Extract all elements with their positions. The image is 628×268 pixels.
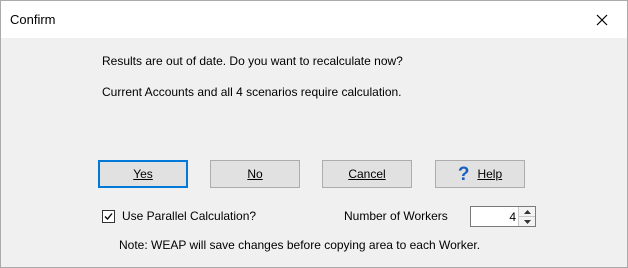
window-title: Confirm bbox=[10, 12, 56, 27]
no-button-label: No bbox=[247, 167, 263, 181]
title-bar: Confirm bbox=[1, 1, 627, 38]
yes-button[interactable]: Yes bbox=[98, 160, 188, 188]
no-button[interactable]: No bbox=[210, 160, 300, 188]
number-of-workers-label: Number of Workers bbox=[344, 209, 448, 223]
note-text: Note: WEAP will save changes before copy… bbox=[119, 238, 481, 252]
parallel-calculation-checkbox[interactable] bbox=[102, 210, 115, 223]
close-button[interactable] bbox=[581, 5, 623, 35]
message-line-2: Current Accounts and all 4 scenarios req… bbox=[102, 85, 402, 99]
cancel-button[interactable]: Cancel bbox=[322, 160, 412, 188]
cancel-button-label: Cancel bbox=[348, 167, 386, 181]
arrow-up-icon bbox=[523, 209, 531, 214]
confirm-dialog: Confirm Results are out of date. Do you … bbox=[0, 0, 628, 268]
message-line-1: Results are out of date. Do you want to … bbox=[102, 54, 403, 68]
help-question-icon: ? bbox=[457, 163, 470, 185]
spinner-up-button[interactable] bbox=[519, 207, 535, 217]
arrow-down-icon bbox=[523, 219, 531, 224]
help-button-label: Help bbox=[477, 167, 503, 181]
workers-value[interactable]: 4 bbox=[471, 210, 516, 224]
help-button[interactable]: ? Help bbox=[435, 160, 525, 188]
yes-button-label: Yes bbox=[133, 167, 153, 181]
spinner-down-button[interactable] bbox=[519, 217, 535, 226]
spinner-buttons bbox=[518, 207, 535, 226]
close-icon bbox=[596, 14, 608, 26]
number-of-workers-spinner[interactable]: 4 bbox=[470, 206, 536, 227]
parallel-calculation-label[interactable]: Use Parallel Calculation? bbox=[122, 209, 256, 223]
checkmark-icon bbox=[104, 213, 113, 220]
